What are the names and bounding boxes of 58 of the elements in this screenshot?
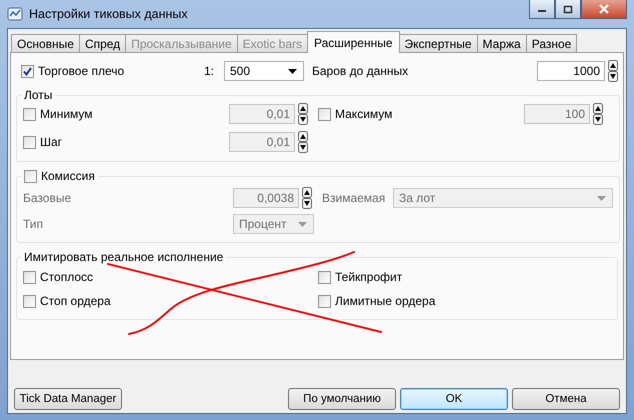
leverage-dropdown[interactable]: 500 <box>224 61 304 81</box>
number-input-field[interactable]: 0,01 <box>229 132 295 152</box>
spin-buttons[interactable] <box>593 103 603 125</box>
ratio-prefix: 1: <box>204 64 216 78</box>
close-button[interactable] <box>581 0 627 19</box>
spin-buttons[interactable] <box>302 187 312 209</box>
checkbox[interactable] <box>24 170 37 182</box>
dialog-button[interactable]: OK <box>400 388 508 410</box>
caret-icon <box>597 196 606 200</box>
tab[interactable]: Спред <box>78 34 126 53</box>
tab[interactable]: Разное <box>526 34 578 53</box>
bars-input-field[interactable]: 1000 <box>537 61 605 81</box>
charge-dropdown[interactable]: За лот <box>393 188 613 208</box>
maximize-icon <box>563 4 573 14</box>
field-label: Базовые <box>23 191 72 205</box>
checkbox-label: Торговое плечо <box>38 64 124 78</box>
field-label: Баров до данных <box>312 64 410 78</box>
tab[interactable]: Экспертные <box>398 34 478 53</box>
checkbox[interactable] <box>21 64 34 78</box>
caret-icon <box>288 68 297 74</box>
number-input-field[interactable]: 0,0038 <box>233 188 299 208</box>
group-title: Имитировать реальное исполнение <box>23 250 224 264</box>
type-dropdown[interactable]: Процент <box>233 214 314 234</box>
checkbox-label: Лимитные ордера <box>335 294 436 308</box>
tab[interactable]: Расширенные <box>307 31 400 53</box>
spin-buttons[interactable] <box>298 131 308 153</box>
spin-buttons[interactable] <box>608 60 618 82</box>
checkbox[interactable] <box>23 270 36 284</box>
field-label: Взимаемая <box>322 191 386 205</box>
dialog-button[interactable]: Tick Data Manager <box>14 388 122 410</box>
group-title: Лоты <box>23 88 54 102</box>
checkbox[interactable] <box>318 108 331 120</box>
checkbox-label: Минимум <box>40 107 93 121</box>
close-icon <box>598 4 610 14</box>
number-input-field[interactable]: 0,01 <box>229 104 295 124</box>
checkbox-label: Стоп ордера <box>40 294 111 308</box>
dialog-button[interactable]: Отмена <box>512 388 620 410</box>
chart-icon <box>7 6 23 22</box>
checkbox[interactable] <box>318 294 331 308</box>
field-label: Тип <box>23 217 44 231</box>
number-input-field[interactable]: 100 <box>524 104 590 124</box>
checkbox[interactable] <box>318 270 331 284</box>
spin-buttons[interactable] <box>298 103 308 125</box>
checkbox-label: Тейкпрофит <box>335 270 402 284</box>
window-title: Настройки тиковых данных <box>29 7 188 21</box>
caret-icon <box>298 222 307 226</box>
checkbox-label: Стоплосс <box>40 270 94 284</box>
maximize-button[interactable] <box>555 0 581 19</box>
checkbox-label: Максимум <box>335 107 392 121</box>
checkbox-label: Шаг <box>40 135 62 149</box>
checkbox[interactable] <box>23 108 36 120</box>
checkbox[interactable] <box>23 136 36 148</box>
checkbox-label: Комиссия <box>41 169 95 183</box>
checkbox[interactable] <box>23 294 36 308</box>
dialog-button[interactable]: По умолчанию <box>288 388 396 410</box>
tab[interactable]: Основные <box>11 34 80 53</box>
minimize-button[interactable] <box>529 0 555 19</box>
tab[interactable]: Маржа <box>476 34 527 53</box>
